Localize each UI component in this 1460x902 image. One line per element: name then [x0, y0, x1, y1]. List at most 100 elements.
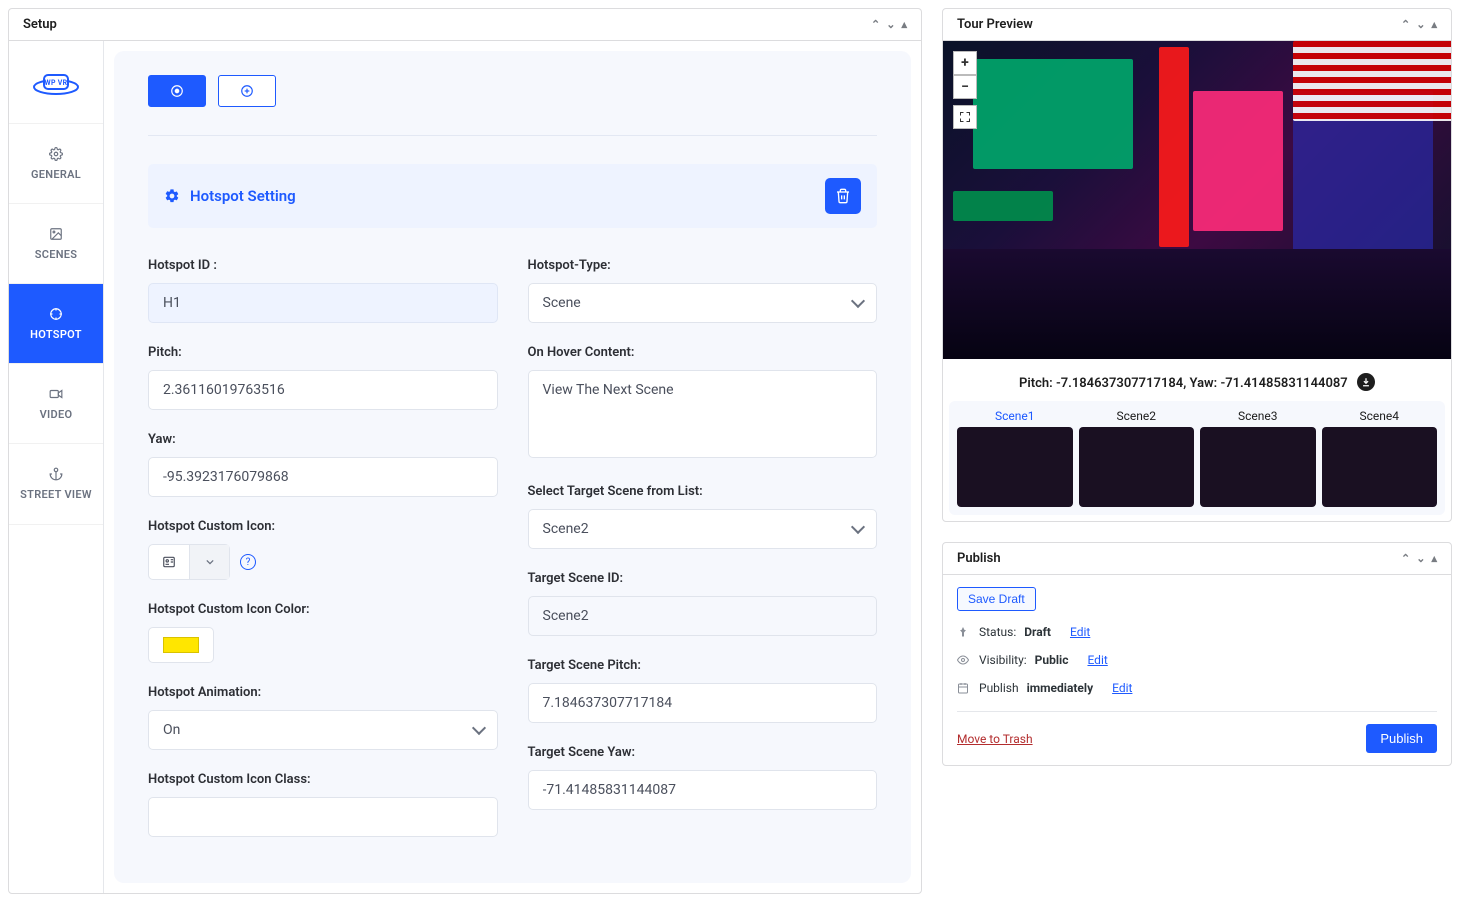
zoom-out-button[interactable]: − [953, 75, 977, 99]
collapse-triangle-icon[interactable]: ▴ [1431, 552, 1437, 565]
schedule-row: Publish immediately Edit [957, 681, 1437, 695]
tab-general[interactable]: GENERAL [9, 124, 103, 204]
tab-hotspot[interactable]: HOTSPOT [9, 284, 103, 364]
trash-icon [835, 188, 851, 204]
help-icon[interactable]: ? [240, 554, 256, 570]
fullscreen-icon [959, 111, 971, 123]
tab-hotspot-label: HOTSPOT [30, 328, 82, 341]
status-value: Draft [1024, 625, 1051, 639]
move-to-trash-link[interactable]: Move to Trash [957, 732, 1033, 746]
brand-logo: WP VR [31, 67, 81, 97]
gear-icon [164, 188, 180, 204]
hotspot-content: Hotspot Setting Hotspot ID : [114, 51, 911, 883]
textarea-on-hover[interactable]: View The Next Scene [528, 370, 878, 458]
setup-panel: Setup ⌃ ⌄ ▴ WP VR GENERAL [8, 8, 922, 894]
collapse-down-icon[interactable]: ⌄ [1416, 552, 1425, 565]
preview-yaw-value: -71.41485831144087 [1220, 376, 1347, 391]
color-picker[interactable] [148, 627, 214, 663]
scene-thumb-1[interactable]: Scene1 [957, 409, 1073, 507]
calendar-icon [957, 682, 971, 694]
publish-title: Publish [957, 551, 1001, 566]
section-title: Hotspot Setting [190, 187, 296, 205]
edit-visibility-link[interactable]: Edit [1087, 653, 1107, 667]
gear-icon [48, 146, 64, 162]
tab-scenes[interactable]: SCENES [9, 204, 103, 284]
input-icon-class[interactable] [148, 797, 498, 837]
collapse-up-icon[interactable]: ⌃ [871, 18, 880, 31]
status-row: Status: Draft Edit [957, 625, 1437, 639]
select-target-scene[interactable]: Scene2 [528, 509, 878, 549]
setup-title: Setup [23, 17, 57, 32]
target-icon [48, 306, 64, 322]
preview-pitch-value: -7.184637307717184 [1056, 376, 1183, 391]
dot-circle-icon [170, 84, 184, 98]
divider [148, 135, 877, 136]
tab-video[interactable]: VIDEO [9, 364, 103, 444]
contact-card-icon vcard-icon [162, 555, 176, 569]
add-hotspot-button[interactable] [218, 75, 276, 107]
svg-text:WP VR: WP VR [45, 79, 68, 87]
tab-scenes-label: SCENES [35, 248, 78, 261]
edit-status-link[interactable]: Edit [1070, 625, 1090, 639]
download-icon [1361, 377, 1371, 387]
collapse-down-icon[interactable]: ⌄ [1416, 18, 1425, 31]
scene-thumb-4[interactable]: Scene4 [1322, 409, 1438, 507]
tour-preview-header: Tour Preview ⌃ ⌄ ▴ [943, 9, 1451, 41]
edit-schedule-link[interactable]: Edit [1112, 681, 1132, 695]
image-icon [48, 226, 64, 242]
anchor-icon [48, 466, 64, 482]
icon-picker[interactable] [148, 544, 230, 580]
visibility-row: Visibility: Public Edit [957, 653, 1437, 667]
scene-thumb-3[interactable]: Scene3 [1200, 409, 1316, 507]
collapse-triangle-icon[interactable]: ▴ [901, 18, 907, 31]
hotspot-instance-tabs [148, 75, 877, 107]
publish-header: Publish ⌃ ⌄ ▴ [943, 543, 1451, 575]
collapse-down-icon[interactable]: ⌄ [886, 18, 895, 31]
tab-streetview[interactable]: STREET VIEW [9, 444, 103, 525]
video-icon [48, 386, 64, 402]
input-target-id [528, 596, 878, 636]
visibility-value: Public [1035, 653, 1069, 667]
input-target-yaw[interactable] [528, 770, 878, 810]
eye-icon [957, 654, 971, 666]
input-target-pitch[interactable] [528, 683, 878, 723]
save-draft-button[interactable]: Save Draft [957, 587, 1036, 611]
label-hotspot-id: Hotspot ID : [148, 258, 498, 273]
tab-streetview-label: STREET VIEW [20, 488, 92, 502]
delete-hotspot-button[interactable] [825, 178, 861, 214]
scene-thumb-2[interactable]: Scene2 [1079, 409, 1195, 507]
download-coords-button[interactable] [1357, 373, 1375, 391]
tour-preview-title: Tour Preview [957, 17, 1033, 32]
fullscreen-button[interactable] [953, 105, 977, 129]
publish-panel: Publish ⌃ ⌄ ▴ Save Draft Status: Draft Edi… [942, 542, 1452, 766]
publish-button[interactable]: Publish [1366, 724, 1437, 753]
collapse-up-icon[interactable]: ⌃ [1401, 552, 1410, 565]
label-pitch: Pitch: [148, 345, 498, 360]
hotspot-instance-active[interactable] [148, 75, 206, 107]
setup-panel-header: Setup ⌃ ⌄ ▴ [9, 9, 921, 41]
hotspot-setting-header: Hotspot Setting [148, 164, 877, 228]
label-icon-class: Hotspot Custom Icon Class: [148, 772, 498, 787]
label-icon-color: Hotspot Custom Icon Color: [148, 602, 498, 617]
schedule-value: immediately [1027, 681, 1094, 695]
select-animation[interactable]: On [148, 710, 498, 750]
label-hotspot-type: Hotspot-Type: [528, 258, 878, 273]
collapse-up-icon[interactable]: ⌃ [1401, 18, 1410, 31]
label-on-hover: On Hover Content: [528, 345, 878, 360]
collapse-triangle-icon[interactable]: ▴ [1431, 18, 1437, 31]
plus-circle-icon [240, 84, 254, 98]
input-yaw[interactable] [148, 457, 498, 497]
label-select-target: Select Target Scene from List: [528, 484, 878, 499]
pitch-yaw-readout: Pitch: -7.184637307717184, Yaw: -71.4148… [943, 359, 1451, 401]
label-target-pitch: Target Scene Pitch: [528, 658, 878, 673]
input-hotspot-id [148, 283, 498, 323]
label-animation: Hotspot Animation: [148, 685, 498, 700]
select-hotspot-type[interactable]: Scene [528, 283, 878, 323]
vr-preview-viewport[interactable]: + − [943, 41, 1451, 359]
chevron-down-icon [206, 558, 214, 566]
input-pitch[interactable] [148, 370, 498, 410]
zoom-in-button[interactable]: + [953, 51, 977, 75]
label-target-yaw: Target Scene Yaw: [528, 745, 878, 760]
tab-video-label: VIDEO [40, 408, 73, 421]
scene-thumbnails: Scene1 Scene2 Scene3 Scene4 [949, 401, 1445, 515]
